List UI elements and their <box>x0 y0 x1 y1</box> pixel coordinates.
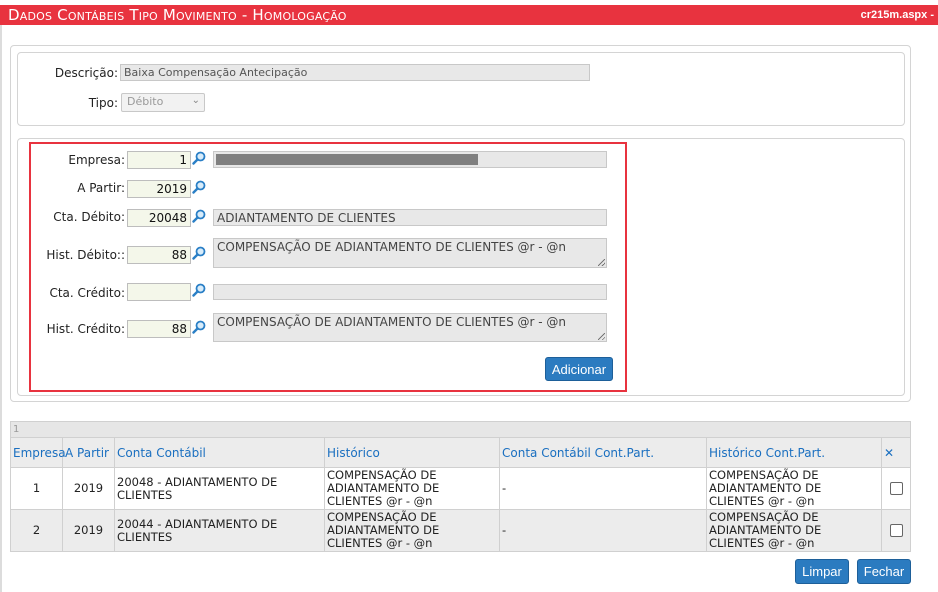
empresa-name-field <box>213 151 607 168</box>
window-title: Dados Contábeis Tipo Movimento - Homolog… <box>8 6 347 24</box>
a-partir-search-icon[interactable] <box>192 180 206 194</box>
cta-debito-search-icon[interactable] <box>192 209 206 223</box>
cta-debito-label: Cta. Débito: <box>53 210 125 224</box>
chevron-down-icon: ⌄ <box>191 95 200 106</box>
a-partir-input[interactable]: 2019 <box>127 180 191 198</box>
hist-credito-textarea[interactable]: COMPENSAÇÃO DE ADIANTAMENTO DE CLIENTES … <box>213 313 607 342</box>
cta-credito-search-icon[interactable] <box>192 283 206 297</box>
hist-debito-code-input[interactable]: 88 <box>127 246 191 264</box>
cta-credito-desc-field <box>213 284 607 300</box>
page-number[interactable]: 1 <box>10 421 911 438</box>
descricao-label: Descrição: <box>54 66 118 80</box>
cell-conta: 20044 - ADIANTAMENTO DE CLIENTES <box>114 509 325 552</box>
cell-conta-cp: - <box>499 509 707 552</box>
hist-debito-label: Hist. Débito:: <box>46 248 125 262</box>
cell-conta-cp: - <box>499 467 707 510</box>
hist-debito-textarea[interactable]: COMPENSAÇÃO DE ADIANTAMENTO DE CLIENTES … <box>213 238 607 268</box>
table-header: Empresa A Partir Conta Contábil Históric… <box>10 437 911 468</box>
limpar-button[interactable]: Limpar <box>795 559 849 584</box>
col-empresa[interactable]: Empresa <box>10 437 66 468</box>
cell-empresa: 2 <box>10 509 63 552</box>
hist-credito-code-input[interactable]: 88 <box>127 320 191 338</box>
row-select-checkbox[interactable] <box>889 524 903 537</box>
col-a-partir[interactable]: A Partir <box>62 437 115 468</box>
hist-debito-search-icon[interactable] <box>192 246 206 260</box>
hist-credito-search-icon[interactable] <box>192 320 206 334</box>
col-historico[interactable]: Histórico <box>324 437 500 468</box>
cta-debito-code-input[interactable]: 20048 <box>127 209 191 227</box>
table-row[interactable]: 2 2019 20044 - ADIANTAMENTO DE CLIENTES … <box>10 509 911 552</box>
resize-grip-icon[interactable] <box>598 259 605 266</box>
cell-historico-cp: COMPENSAÇÃO DE ADIANTAMENTO DE CLIENTES … <box>706 509 882 552</box>
col-conta-contabil-cont-part[interactable]: Conta Contábil Cont.Part. <box>499 437 707 468</box>
hist-debito-text: COMPENSAÇÃO DE ADIANTAMENTO DE CLIENTES … <box>217 240 567 254</box>
redacted-bar <box>216 154 478 165</box>
fechar-button[interactable]: Fechar <box>857 559 911 584</box>
cta-debito-desc-field: ADIANTAMENTO DE CLIENTES <box>213 209 607 226</box>
cell-historico: COMPENSAÇÃO DE ADIANTAMENTO DE CLIENTES … <box>324 467 500 510</box>
hist-credito-text: COMPENSAÇÃO DE ADIANTAMENTO DE CLIENTES … <box>217 315 567 329</box>
table-row[interactable]: 1 2019 20048 - ADIANTAMENTO DE CLIENTES … <box>10 467 911 510</box>
empresa-search-icon[interactable] <box>192 151 206 165</box>
hist-credito-label: Hist. Crédito: <box>46 322 125 336</box>
records-table: 1 Empresa A Partir Conta Contábil Histór… <box>10 421 911 552</box>
empresa-code-input[interactable]: 1 <box>127 151 191 169</box>
page-file-name: cr215m.aspx - <box>860 9 934 21</box>
tipo-selected-value: Débito <box>127 95 164 108</box>
left-edge-divider <box>0 25 2 592</box>
cell-empresa: 1 <box>10 467 63 510</box>
tipo-label: Tipo: <box>88 96 118 110</box>
col-conta-contabil[interactable]: Conta Contábil <box>114 437 325 468</box>
adicionar-button[interactable]: Adicionar <box>545 357 613 381</box>
row-select-checkbox[interactable] <box>889 482 903 495</box>
cell-a-partir: 2019 <box>62 509 115 552</box>
descricao-field[interactable]: Baixa Compensação Antecipação <box>120 64 590 81</box>
title-bar: Dados Contábeis Tipo Movimento - Homolog… <box>0 5 938 25</box>
tipo-select[interactable]: Débito ⌄ <box>121 93 205 112</box>
pager-row: 1 <box>10 421 911 438</box>
a-partir-label: A Partir: <box>77 181 125 195</box>
resize-grip-icon[interactable] <box>598 333 605 340</box>
cell-historico-cp: COMPENSAÇÃO DE ADIANTAMENTO DE CLIENTES … <box>706 467 882 510</box>
cta-credito-code-input[interactable] <box>127 283 191 301</box>
cell-conta: 20048 - ADIANTAMENTO DE CLIENTES <box>114 467 325 510</box>
delete-all-icon[interactable]: ✕ <box>881 437 911 468</box>
empresa-label: Empresa: <box>68 153 125 167</box>
cell-historico: COMPENSAÇÃO DE ADIANTAMENTO DE CLIENTES … <box>324 509 500 552</box>
col-historico-cont-part[interactable]: Histórico Cont.Part. <box>706 437 882 468</box>
cell-a-partir: 2019 <box>62 467 115 510</box>
cta-credito-label: Cta. Crédito: <box>49 286 125 300</box>
